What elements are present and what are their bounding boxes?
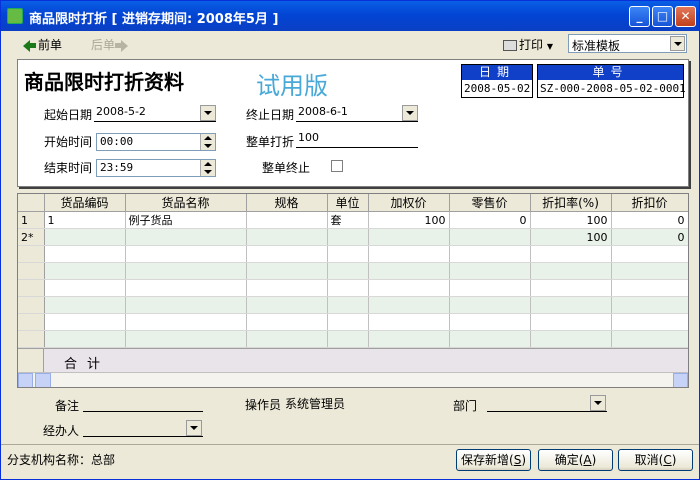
cell-code[interactable]: [44, 228, 126, 246]
empty-row[interactable]: [18, 330, 688, 348]
cell-retail[interactable]: [449, 228, 531, 246]
branch-status: 分支机构名称：总部: [7, 453, 116, 467]
start-date-field[interactable]: 2008-5-2: [94, 103, 216, 122]
start-date-dropdown-icon[interactable]: [200, 105, 216, 121]
empty-row[interactable]: [18, 262, 688, 280]
dept-dropdown-icon[interactable]: [590, 395, 606, 411]
app-icon: [7, 8, 23, 24]
end-date-label: 终止日期: [246, 108, 295, 122]
cell-rate[interactable]: 100: [530, 211, 612, 229]
main-window: 商品限时打折 [ 进销存期间: 2008年5月 ] _ □ ✕ 前单 后单 打印…: [0, 0, 700, 480]
empty-row[interactable]: [18, 313, 688, 331]
cell-unit[interactable]: [327, 228, 369, 246]
minimize-button[interactable]: _: [629, 6, 650, 27]
number-box: 单号 SZ-000-2008-05-02-0001: [537, 64, 686, 98]
end-time-spinner[interactable]: 23:59: [96, 159, 216, 177]
whole-stop-checkbox[interactable]: [331, 160, 343, 172]
ok-button[interactable]: 确定(A): [538, 449, 613, 471]
horizontal-scrollbar[interactable]: [18, 372, 688, 387]
column-header[interactable]: 货品编码: [44, 194, 126, 212]
row-header[interactable]: 2*: [18, 228, 45, 246]
cell-price[interactable]: 0: [611, 228, 688, 246]
end-date-dropdown-icon[interactable]: [402, 105, 418, 121]
cell-name[interactable]: [125, 228, 247, 246]
items-grid: 货品编码 货品名称 规格 单位 加权价 零售价 折扣率(%) 折扣价 1 1 例…: [17, 193, 689, 388]
cell-price[interactable]: 0: [611, 211, 688, 229]
corner-header: [18, 194, 45, 212]
toolbar: 前单 后单 打印 ▼ 标准模板: [1, 31, 699, 57]
spinner-arrows-icon[interactable]: [200, 160, 215, 176]
start-time-label: 开始时间: [44, 135, 93, 149]
date-header: 日期: [462, 65, 532, 80]
divider: [1, 444, 699, 445]
title-bar: 商品限时打折 [ 进销存期间: 2008年5月 ] _ □ ✕: [1, 1, 699, 31]
start-time-spinner[interactable]: 00:00: [96, 133, 216, 151]
save-new-button[interactable]: 保存新增(S): [456, 449, 531, 471]
spinner-arrows-icon[interactable]: [200, 134, 215, 150]
end-date-field[interactable]: 2008-6-1: [296, 103, 418, 122]
chevron-down-icon: ▼: [546, 42, 553, 51]
form-panel: 商品限时打折资料 试用版 日期 2008-05-02 单号 SZ-000-200…: [17, 59, 689, 187]
remark-field[interactable]: [83, 393, 203, 412]
whole-discount-label: 整单打折: [246, 135, 295, 149]
operator-label: 操作员: [245, 398, 282, 412]
empty-row[interactable]: [18, 245, 688, 263]
column-header[interactable]: 零售价: [449, 194, 531, 212]
handler-label: 经办人: [43, 424, 80, 438]
column-header[interactable]: 货品名称: [125, 194, 247, 212]
remark-label: 备注: [55, 399, 80, 413]
column-header[interactable]: 加权价: [368, 194, 450, 212]
date-box: 日期 2008-05-02: [461, 64, 533, 98]
arrow-left-icon: [23, 39, 30, 52]
dept-field[interactable]: [487, 393, 607, 412]
prev-bill-button[interactable]: 前单: [23, 36, 62, 53]
cell-rate[interactable]: 100: [530, 228, 612, 246]
close-button[interactable]: ✕: [675, 6, 696, 27]
template-select[interactable]: 标准模板: [568, 34, 687, 53]
column-header[interactable]: 单位: [327, 194, 369, 212]
column-header[interactable]: 折扣率(%): [530, 194, 612, 212]
cell-code[interactable]: 1: [44, 211, 126, 229]
handler-dropdown-icon[interactable]: [186, 420, 202, 436]
row-header[interactable]: 1: [18, 211, 45, 229]
column-header[interactable]: 规格: [246, 194, 328, 212]
table-row[interactable]: 1 1 例子货品 套 100 0 100 0: [18, 211, 688, 229]
trial-watermark: 试用版: [256, 72, 328, 100]
empty-row[interactable]: [18, 296, 688, 314]
start-date-label: 起始日期: [44, 108, 93, 122]
end-time-label: 结束时间: [44, 161, 93, 175]
scroll-left-icon[interactable]: [18, 373, 33, 387]
date-value: 2008-05-02: [462, 80, 532, 97]
window-title: 商品限时打折 [ 进销存期间: 2008年5月 ]: [29, 12, 279, 27]
printer-icon: [503, 40, 517, 51]
whole-discount-field[interactable]: 100: [296, 129, 418, 148]
operator-value: 系统管理员: [285, 397, 346, 411]
arrow-right-icon: [121, 39, 129, 52]
print-button[interactable]: 打印 ▼: [503, 36, 553, 53]
cell-spec[interactable]: [246, 228, 328, 246]
table-row[interactable]: 2* 100 0: [18, 228, 688, 246]
cancel-button[interactable]: 取消(C): [618, 449, 693, 471]
cell-retail[interactable]: 0: [449, 211, 531, 229]
handler-field[interactable]: [83, 418, 203, 437]
whole-stop-label: 整单终止: [262, 161, 311, 175]
maximize-button[interactable]: □: [652, 6, 673, 27]
dropdown-icon[interactable]: [670, 36, 685, 51]
column-header[interactable]: 折扣价: [611, 194, 688, 212]
cell-weighted[interactable]: 100: [368, 211, 450, 229]
form-title: 商品限时打折资料: [24, 70, 184, 94]
dept-label: 部门: [453, 399, 478, 413]
cell-weighted[interactable]: [368, 228, 450, 246]
next-bill-button[interactable]: 后单: [91, 36, 129, 53]
cell-spec[interactable]: [246, 211, 328, 229]
scroll-right-icon[interactable]: [673, 373, 688, 387]
cell-name[interactable]: 例子货品: [125, 211, 247, 229]
scrollbar-thumb[interactable]: [35, 373, 51, 387]
total-row: 合计: [18, 348, 688, 373]
cell-unit[interactable]: 套: [327, 211, 369, 229]
total-label: 合计: [64, 357, 111, 372]
number-value: SZ-000-2008-05-02-0001: [538, 80, 686, 97]
number-header: 单号: [538, 65, 683, 80]
empty-row[interactable]: [18, 279, 688, 297]
